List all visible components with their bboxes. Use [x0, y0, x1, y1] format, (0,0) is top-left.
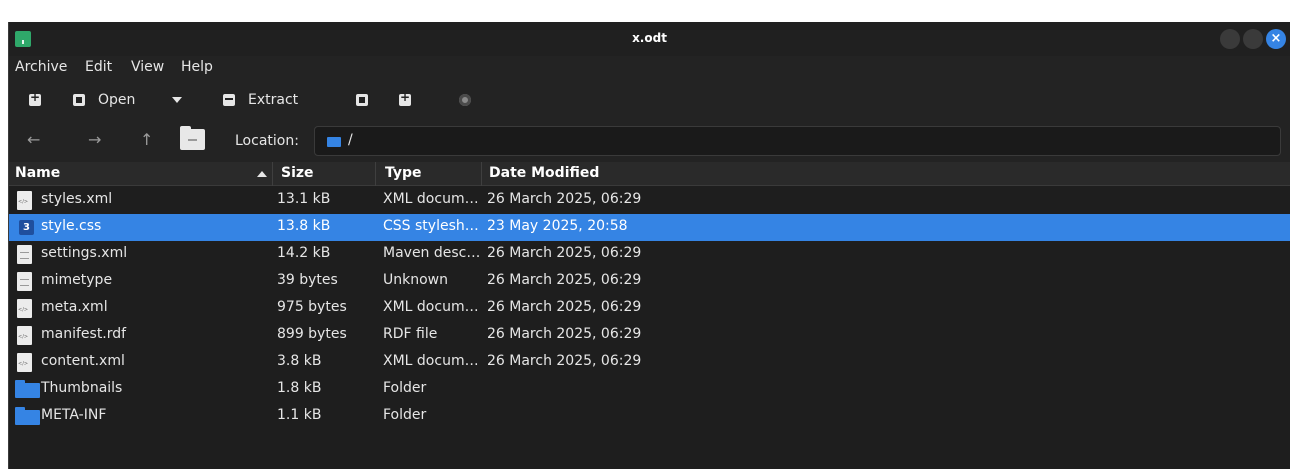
folder-icon	[15, 407, 40, 425]
file-list: styles.xml 13.1 kB XML docum… 26 March 2…	[9, 187, 1290, 430]
file-name: style.css	[41, 218, 102, 234]
folder-name: META-INF	[41, 407, 107, 423]
file-type: XML docum…	[383, 299, 479, 315]
file-date: 26 March 2025, 06:29	[487, 191, 642, 207]
file-type: XML docum…	[383, 353, 479, 369]
file-size: 975 bytes	[277, 299, 347, 315]
file-date: 23 May 2025, 20:58	[487, 218, 628, 234]
file-row[interactable]: meta.xml 975 bytes XML docum… 26 March 2…	[9, 295, 1290, 322]
file-type: Maven desc…	[383, 245, 481, 261]
file-type: Unknown	[383, 272, 448, 288]
extract-button[interactable]: Extract	[223, 80, 298, 120]
menu-edit[interactable]: Edit	[85, 59, 112, 75]
title-bar: x.odt ×	[9, 22, 1290, 56]
folder-size: 1.8 kB	[277, 380, 322, 396]
extract-icon	[223, 94, 235, 106]
file-date: 26 March 2025, 06:29	[487, 299, 642, 315]
file-row[interactable]: styles.xml 13.1 kB XML docum… 26 March 2…	[9, 187, 1290, 214]
home-folder-icon[interactable]	[180, 126, 205, 150]
xml-file-icon	[17, 326, 32, 345]
file-date: 26 March 2025, 06:29	[487, 353, 642, 369]
text-file-icon	[17, 272, 32, 291]
column-type[interactable]: Type	[385, 165, 422, 181]
chevron-down-icon	[172, 97, 182, 103]
new-archive-button[interactable]	[29, 80, 41, 120]
folder-icon	[15, 380, 40, 398]
open-icon	[73, 94, 85, 106]
xml-file-icon	[17, 191, 32, 210]
stop-icon	[459, 94, 471, 106]
file-date: 26 March 2025, 06:29	[487, 326, 642, 342]
extract-label: Extract	[248, 92, 299, 108]
file-name: meta.xml	[41, 299, 108, 315]
stop-button[interactable]	[459, 80, 471, 120]
sort-ascending-icon	[257, 171, 267, 177]
file-row-selected[interactable]: 3 style.css 13.8 kB CSS stylesh… 23 May …	[9, 214, 1290, 241]
file-name: settings.xml	[41, 245, 128, 261]
location-value: /	[348, 132, 353, 148]
add-files-icon	[356, 94, 368, 106]
file-row[interactable]: settings.xml 14.2 kB Maven desc… 26 Marc…	[9, 241, 1290, 268]
menu-view[interactable]: View	[131, 59, 164, 75]
close-button[interactable]: ×	[1266, 29, 1286, 49]
css-file-icon: 3	[19, 220, 34, 235]
folder-name: Thumbnails	[41, 380, 123, 396]
file-date: 26 March 2025, 06:29	[487, 272, 642, 288]
file-date: 26 March 2025, 06:29	[487, 245, 642, 261]
add-files-button[interactable]	[356, 80, 368, 120]
file-type: CSS stylesh…	[383, 218, 479, 234]
xml-file-icon	[17, 353, 32, 372]
file-size: 14.2 kB	[277, 245, 331, 261]
file-row[interactable]: mimetype 39 bytes Unknown 26 March 2025,…	[9, 268, 1290, 295]
column-divider[interactable]	[272, 162, 273, 186]
file-name: content.xml	[41, 353, 125, 369]
add-folder-button[interactable]	[399, 80, 411, 120]
toolbar: Open Extract	[9, 80, 1290, 120]
folder-row[interactable]: Thumbnails 1.8 kB Folder	[9, 376, 1290, 403]
window-title: x.odt	[632, 31, 667, 45]
file-name: mimetype	[41, 272, 113, 288]
file-row[interactable]: manifest.rdf 899 bytes RDF file 26 March…	[9, 322, 1290, 349]
open-button[interactable]: Open	[73, 80, 135, 120]
column-size[interactable]: Size	[281, 165, 314, 181]
folder-icon	[327, 137, 341, 147]
file-row[interactable]: content.xml 3.8 kB XML docum… 26 March 2…	[9, 349, 1290, 376]
maximize-button[interactable]	[1243, 29, 1263, 49]
archive-manager-window: x.odt × Archive Edit View Help Open Extr…	[8, 22, 1290, 469]
add-folder-icon	[399, 90, 411, 106]
file-name: styles.xml	[41, 191, 113, 207]
menu-bar: Archive Edit View Help	[9, 56, 1290, 80]
xml-file-icon	[17, 299, 32, 318]
file-size: 3.8 kB	[277, 353, 322, 369]
file-size: 899 bytes	[277, 326, 347, 342]
folder-type: Folder	[383, 407, 427, 423]
column-divider[interactable]	[481, 162, 482, 186]
file-type: XML docum…	[383, 191, 479, 207]
menu-archive[interactable]: Archive	[15, 59, 67, 75]
file-name: manifest.rdf	[41, 326, 127, 342]
file-list-header: Name Size Type Date Modified	[9, 162, 1290, 186]
folder-type: Folder	[383, 380, 427, 396]
file-size: 13.8 kB	[277, 218, 331, 234]
location-label: Location:	[235, 133, 299, 149]
location-field[interactable]: /	[314, 126, 1281, 156]
file-size: 13.1 kB	[277, 191, 331, 207]
folder-size: 1.1 kB	[277, 407, 322, 423]
column-divider[interactable]	[375, 162, 376, 186]
minimize-button[interactable]	[1220, 29, 1240, 49]
file-type: RDF file	[383, 326, 438, 342]
back-button[interactable]: ←	[27, 130, 40, 149]
open-dropdown-button[interactable]	[172, 80, 182, 120]
text-file-icon	[17, 245, 32, 264]
new-archive-icon	[29, 90, 41, 106]
up-button[interactable]: ↑	[140, 130, 153, 149]
folder-row[interactable]: META-INF 1.1 kB Folder	[9, 403, 1290, 430]
menu-help[interactable]: Help	[181, 59, 213, 75]
open-label: Open	[98, 92, 136, 108]
column-date-modified[interactable]: Date Modified	[489, 165, 599, 181]
file-size: 39 bytes	[277, 272, 338, 288]
forward-button[interactable]: →	[88, 130, 101, 149]
location-bar: ← → ↑ Location: /	[9, 120, 1290, 162]
column-name[interactable]: Name	[15, 165, 60, 181]
